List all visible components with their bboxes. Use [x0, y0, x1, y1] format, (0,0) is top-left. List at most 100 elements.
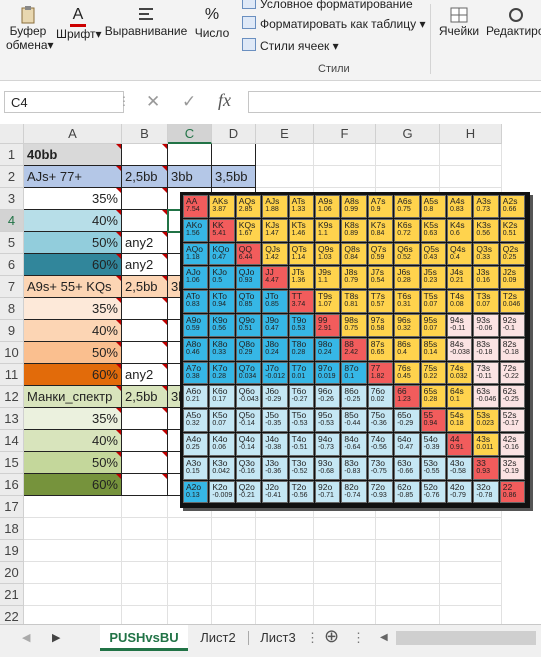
scroll-right-icon[interactable]: ▶ — [52, 631, 60, 644]
cell-empty[interactable] — [440, 540, 502, 562]
cell-b20[interactable] — [122, 562, 168, 584]
cell-b19[interactable] — [122, 540, 168, 562]
cell-empty[interactable] — [440, 518, 502, 540]
cell-empty[interactable] — [440, 166, 502, 188]
cell-b18[interactable] — [122, 518, 168, 540]
column-header-a[interactable]: A — [24, 124, 122, 144]
cell-d2[interactable]: 3,5bb — [212, 166, 256, 188]
horizontal-scrollbar-thumb[interactable] — [396, 631, 536, 645]
row-header[interactable]: 7 — [0, 276, 24, 298]
number-group[interactable]: % Число — [192, 6, 232, 40]
cell-a17[interactable] — [24, 496, 122, 518]
row-header[interactable]: 1 — [0, 144, 24, 166]
cell-a5[interactable]: 50% — [24, 232, 122, 254]
cell-b17[interactable] — [122, 496, 168, 518]
row-header[interactable]: 12 — [0, 386, 24, 408]
cell-a19[interactable] — [24, 540, 122, 562]
formula-input[interactable] — [248, 91, 541, 113]
cell-c20[interactable] — [168, 562, 212, 584]
cell-a1[interactable]: 40bb — [24, 144, 122, 166]
conditional-formatting-button[interactable]: Условное форматирование — [242, 0, 413, 11]
cell-a4[interactable]: 40% — [24, 210, 122, 232]
cell-styles-button[interactable]: Стили ячеек ▾ — [242, 38, 339, 53]
row-header[interactable]: 11 — [0, 364, 24, 386]
cell-empty[interactable] — [376, 584, 440, 606]
cell-a18[interactable] — [24, 518, 122, 540]
column-header-h[interactable]: H — [440, 124, 502, 144]
cell-a8[interactable]: 35% — [24, 298, 122, 320]
column-header-e[interactable]: E — [256, 124, 314, 144]
cell-empty[interactable] — [314, 562, 376, 584]
cell-d21[interactable] — [212, 584, 256, 606]
column-header-c[interactable]: C — [168, 124, 212, 144]
format-as-table-button[interactable]: Форматировать как таблицу ▾ — [242, 16, 426, 31]
row-header[interactable]: 14 — [0, 430, 24, 452]
row-header[interactable]: 18 — [0, 518, 24, 540]
cell-empty[interactable] — [376, 518, 440, 540]
row-header[interactable]: 5 — [0, 232, 24, 254]
row-header[interactable]: 9 — [0, 320, 24, 342]
cell-empty[interactable] — [314, 518, 376, 540]
cell-empty[interactable] — [314, 144, 376, 166]
cell-a15[interactable]: 50% — [24, 452, 122, 474]
name-box[interactable]: C4 — [4, 91, 124, 113]
cell-empty[interactable] — [376, 166, 440, 188]
cell-empty[interactable] — [256, 166, 314, 188]
font-group[interactable]: A Шрифт▾ — [56, 6, 102, 41]
scroll-left-icon[interactable]: ◀ — [22, 631, 30, 644]
cell-c1[interactable] — [168, 144, 212, 166]
cell-c21[interactable] — [168, 584, 212, 606]
cell-empty[interactable] — [440, 562, 502, 584]
cell-empty[interactable] — [314, 166, 376, 188]
alignment-group[interactable]: Выравнивание — [104, 6, 188, 38]
row-header[interactable]: 4 — [0, 210, 24, 232]
row-header[interactable]: 6 — [0, 254, 24, 276]
row-header[interactable]: 17 — [0, 496, 24, 518]
cell-empty[interactable] — [376, 562, 440, 584]
clipboard-group[interactable]: Буфер обмена▾ — [6, 6, 54, 52]
cell-a12[interactable]: Манки_спектр — [24, 386, 122, 408]
row-header[interactable]: 20 — [0, 562, 24, 584]
cell-d20[interactable] — [212, 562, 256, 584]
sheet-tab-more-icon[interactable]: ⋮ — [306, 630, 319, 646]
row-header[interactable]: 21 — [0, 584, 24, 606]
hand-range-matrix-image[interactable]: AA 7.54 AKs 3.87 AQs 2.85 AJs 1.88 ATs 1.33 A9s 1.0… — [180, 192, 530, 508]
cell-d19[interactable] — [212, 540, 256, 562]
cell-b21[interactable] — [122, 584, 168, 606]
cell-a2[interactable]: AJs+ 77+ — [24, 166, 122, 188]
cell-empty[interactable] — [376, 144, 440, 166]
enter-icon[interactable]: ✓ — [182, 92, 196, 112]
row-header[interactable]: 2 — [0, 166, 24, 188]
cell-a3[interactable]: 35% — [24, 188, 122, 210]
fx-button[interactable]: fx — [218, 90, 231, 111]
cells-group[interactable]: Ячейки — [436, 6, 482, 38]
cell-empty[interactable] — [314, 584, 376, 606]
row-header[interactable]: 19 — [0, 540, 24, 562]
cell-a6[interactable]: 60% — [24, 254, 122, 276]
cancel-icon[interactable]: ✕ — [146, 92, 160, 112]
cell-a13[interactable]: 35% — [24, 408, 122, 430]
cell-a10[interactable]: 50% — [24, 342, 122, 364]
add-sheet-icon[interactable]: ⊕ — [324, 626, 339, 647]
cell-empty[interactable] — [256, 540, 314, 562]
cell-c2[interactable]: 3bb — [168, 166, 212, 188]
cell-empty[interactable] — [376, 540, 440, 562]
cell-a20[interactable] — [24, 562, 122, 584]
cell-c19[interactable] — [168, 540, 212, 562]
cell-a11[interactable]: 60% — [24, 364, 122, 386]
cell-empty[interactable] — [256, 518, 314, 540]
select-all-corner[interactable] — [0, 124, 24, 144]
cell-a21[interactable] — [24, 584, 122, 606]
row-header[interactable]: 15 — [0, 452, 24, 474]
editing-group[interactable]: Редактиро — [486, 6, 541, 38]
column-header-b[interactable]: B — [122, 124, 168, 144]
horizontal-scroll-left-icon[interactable]: ◀ — [380, 632, 388, 643]
cell-empty[interactable] — [440, 584, 502, 606]
column-header-g[interactable]: G — [376, 124, 440, 144]
cell-empty[interactable] — [314, 540, 376, 562]
cell-a7[interactable]: A9s+ 55+ KQs — [24, 276, 122, 298]
cell-empty[interactable] — [440, 144, 502, 166]
row-header[interactable]: 10 — [0, 342, 24, 364]
column-header-f[interactable]: F — [314, 124, 376, 144]
cell-c18[interactable] — [168, 518, 212, 540]
